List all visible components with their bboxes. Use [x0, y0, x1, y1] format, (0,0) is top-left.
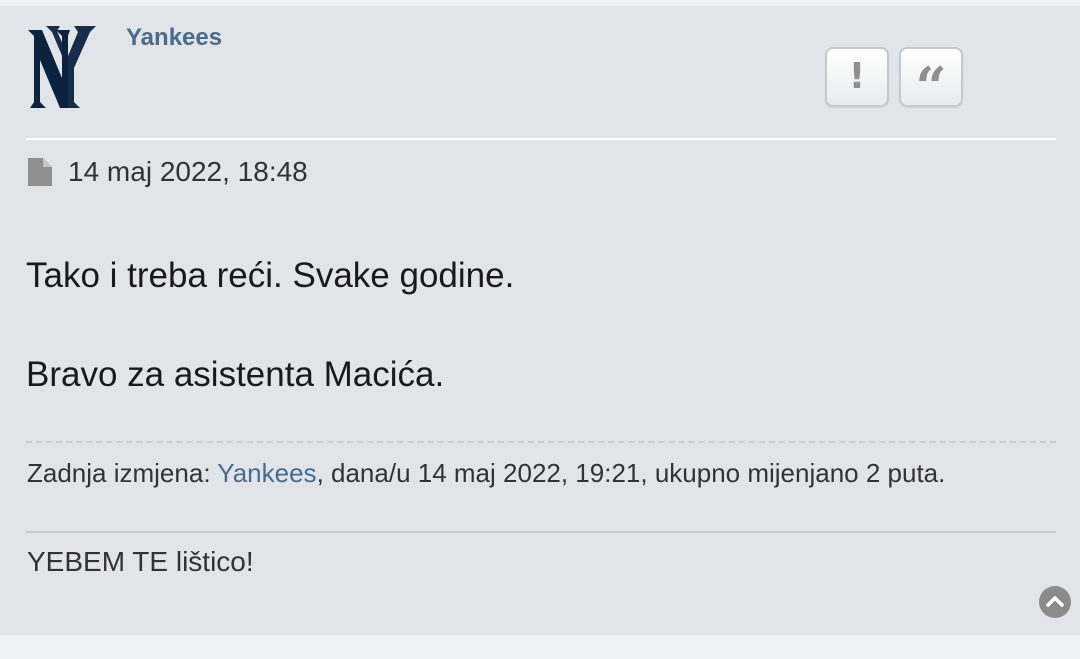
author-username-link[interactable]: Yankees	[126, 24, 222, 52]
post-actions: ! “	[825, 47, 963, 114]
post-file-icon	[28, 158, 52, 186]
forum-post: Yankees ! “ 14 maj 2022, 18:48 Tako i tr…	[0, 6, 1080, 635]
report-button[interactable]: !	[825, 47, 889, 107]
editor-username-link[interactable]: Yankees	[217, 458, 316, 488]
edit-notice: Zadnja izmjena: Yankees, dana/u 14 maj 2…	[27, 458, 945, 489]
post-paragraph: Tako i treba reći. Svake godine.	[26, 256, 515, 295]
post-timestamp[interactable]: 14 maj 2022, 18:48	[68, 156, 308, 188]
edit-notice-details: , dana/u 14 maj 2022, 19:21, ukupno mije…	[316, 458, 946, 488]
signature: YEBEM TE lištico!	[27, 546, 254, 577]
edit-notice-prefix: Zadnja izmjena:	[27, 458, 218, 488]
quote-icon: “	[915, 55, 947, 119]
avatar[interactable]	[24, 22, 100, 112]
back-to-top-button[interactable]	[1039, 586, 1071, 618]
signature-divider	[26, 531, 1056, 533]
header-divider	[26, 138, 1056, 140]
ny-yankees-logo-icon	[28, 26, 96, 108]
report-icon: !	[848, 56, 866, 97]
quote-button[interactable]: “	[899, 47, 963, 114]
post-paragraph: Bravo za asistenta Macića.	[26, 355, 445, 394]
chevron-up-circle-icon	[1046, 596, 1064, 607]
post-meta: 14 maj 2022, 18:48	[28, 156, 308, 188]
post-content: Tako i treba reći. Svake godine. Bravo z…	[26, 256, 514, 395]
edit-notice-divider	[26, 441, 1056, 443]
